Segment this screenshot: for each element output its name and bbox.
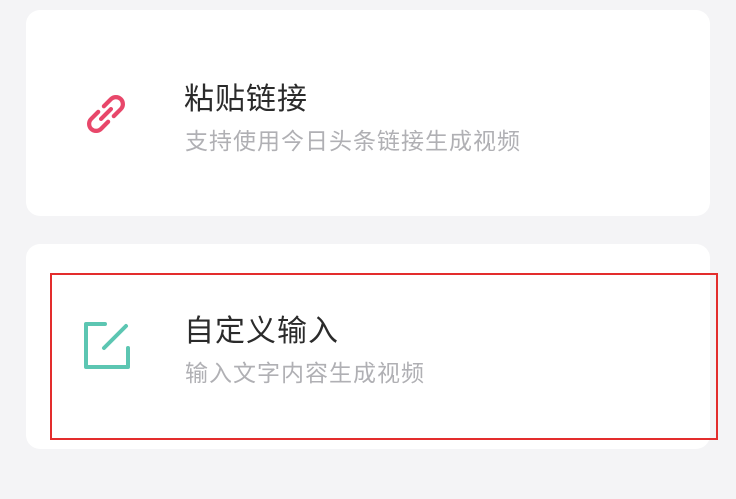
paste-link-title: 粘贴链接 xyxy=(184,82,308,117)
paste-link-option[interactable]: 粘贴链接 支持使用今日头条链接生成视频 xyxy=(26,10,710,216)
custom-input-subtitle: 输入文字内容生成视频 xyxy=(185,361,425,387)
custom-input-title: 自定义输入 xyxy=(184,314,339,349)
edit-icon xyxy=(84,322,130,369)
custom-input-option[interactable]: 自定义输入 输入文字内容生成视频 xyxy=(26,244,710,449)
link-icon xyxy=(87,95,125,133)
paste-link-subtitle: 支持使用今日头条链接生成视频 xyxy=(185,129,521,155)
